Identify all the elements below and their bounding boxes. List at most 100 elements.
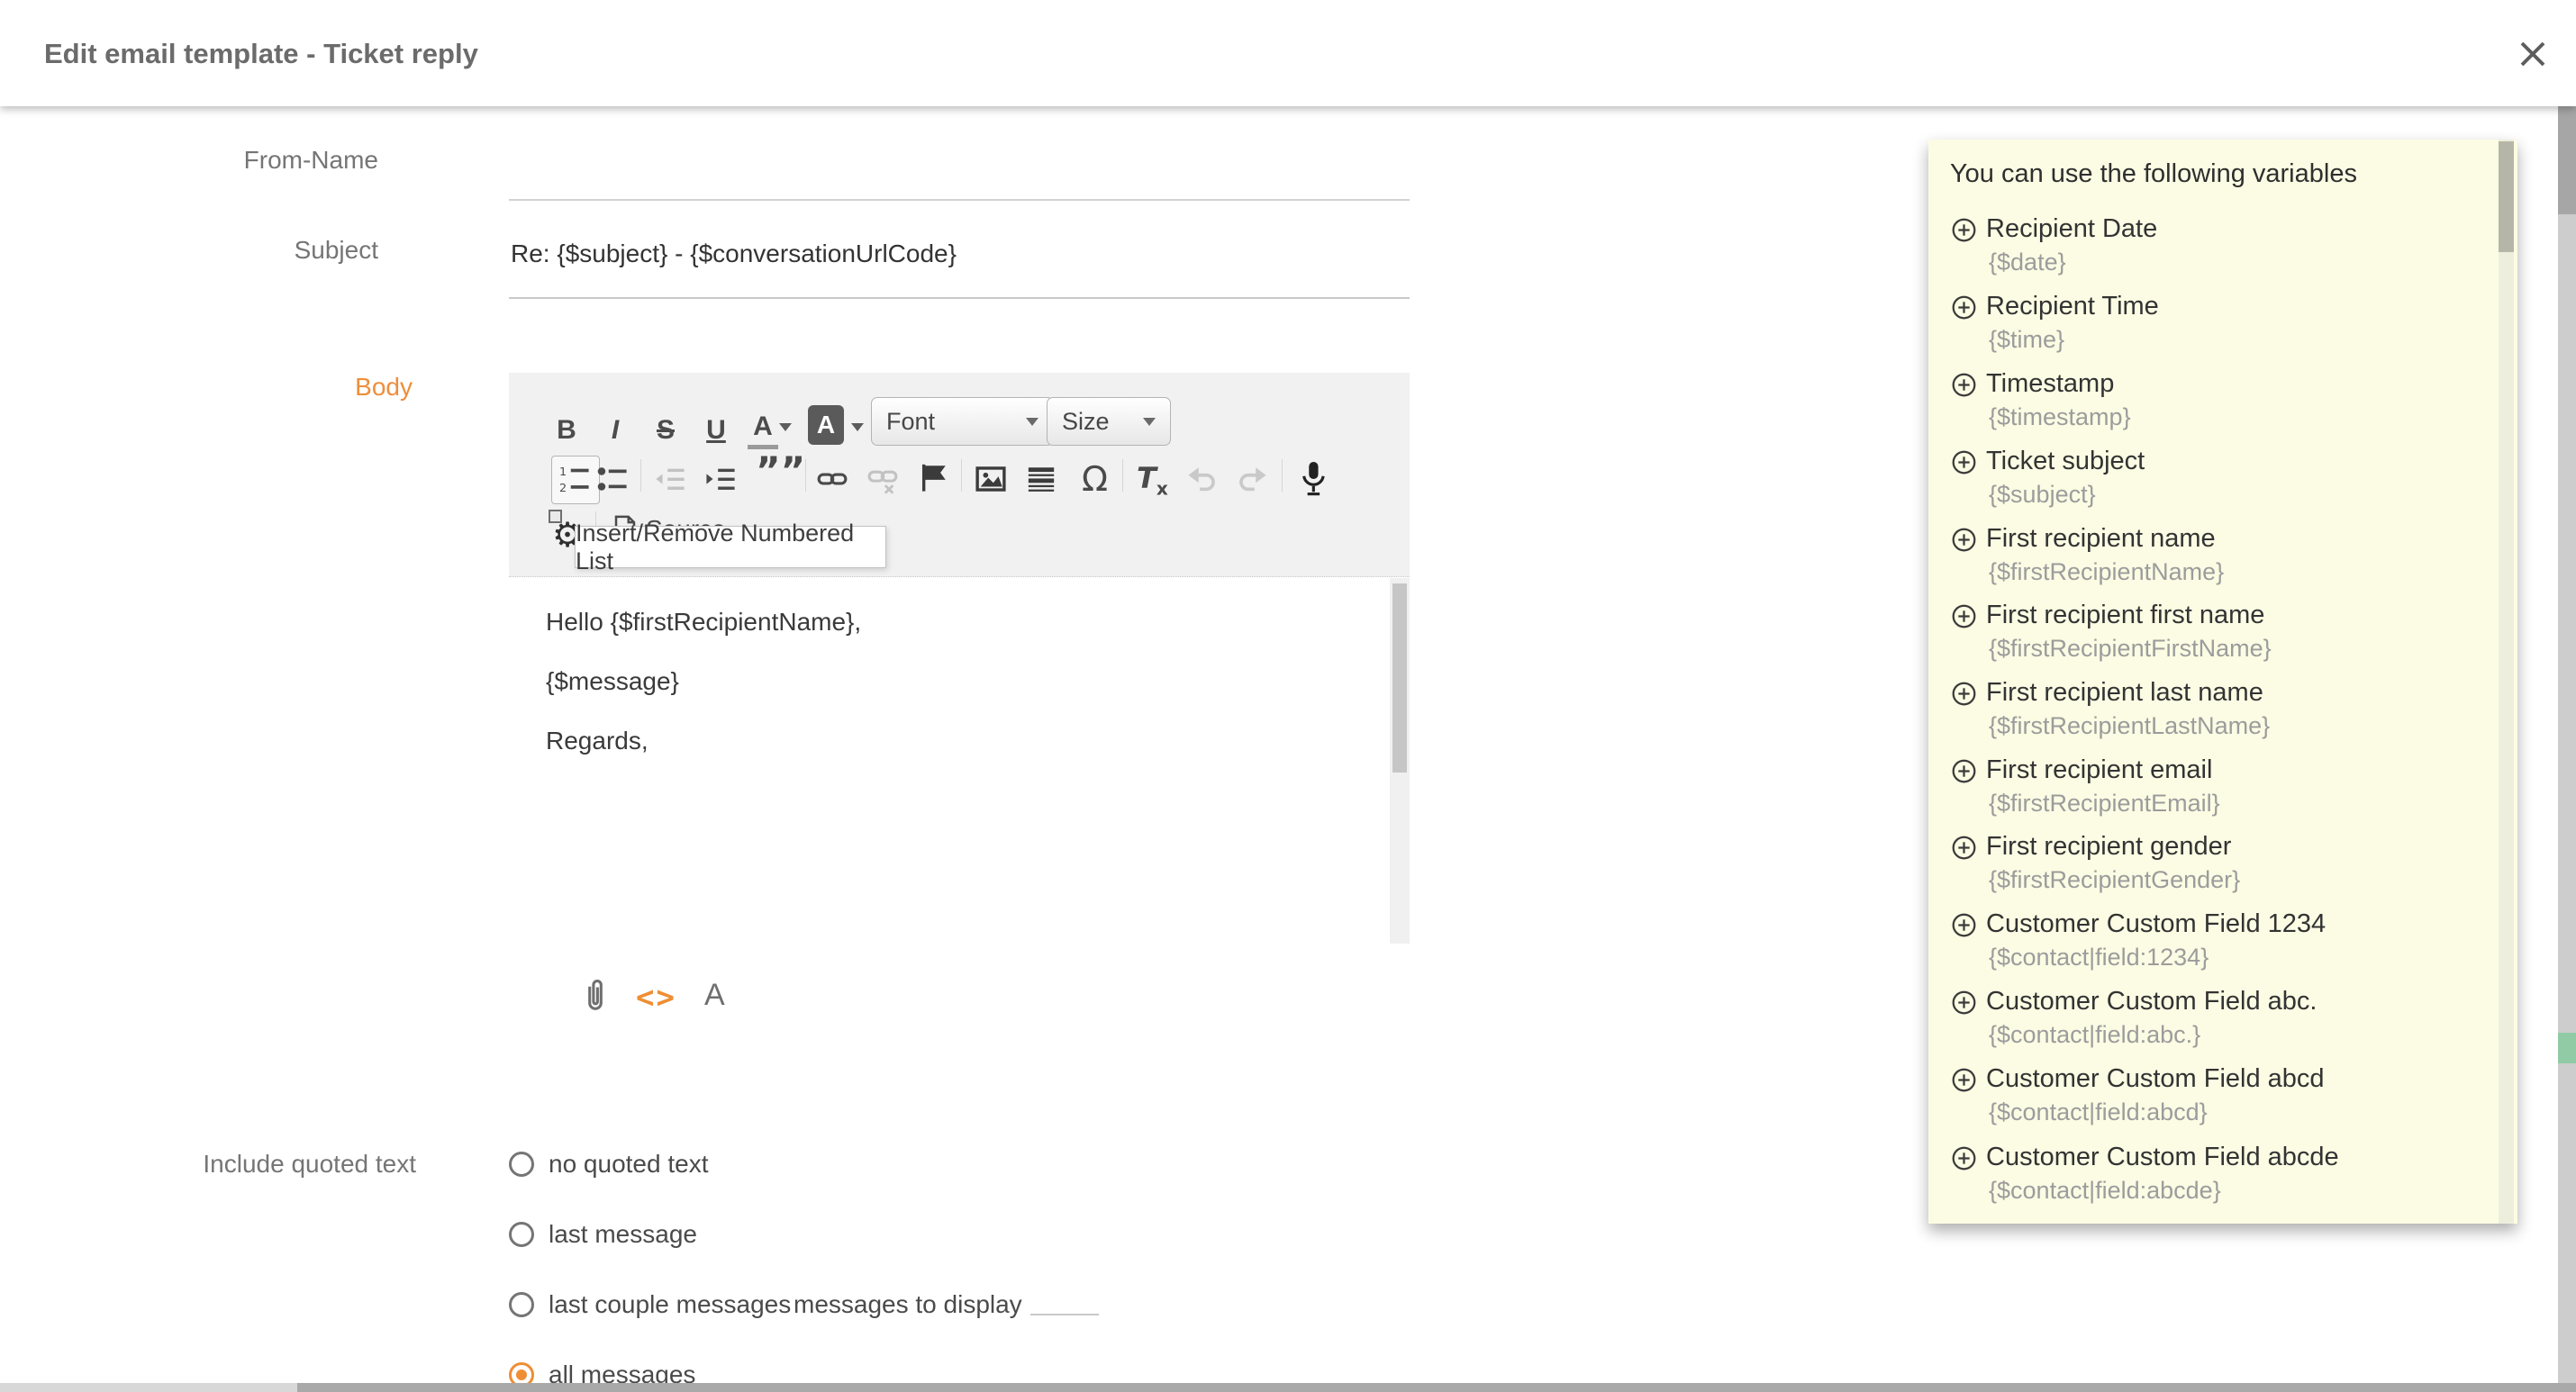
strikethrough-button[interactable]: S	[649, 407, 682, 454]
plus-circle-icon[interactable]	[1952, 218, 1976, 242]
radio-icon[interactable]	[509, 1292, 534, 1317]
undo-icon[interactable]	[1187, 464, 1218, 494]
plus-circle-icon[interactable]	[1952, 373, 1976, 397]
variable-code: {$date}	[1989, 249, 2066, 276]
editor-line: Regards,	[546, 727, 649, 755]
italic-button[interactable]: I	[599, 407, 631, 454]
editor-scrollbar-thumb[interactable]	[1392, 583, 1407, 773]
horizontal-scrollbar-thumb[interactable]	[297, 1383, 2576, 1392]
dialog-title: Edit email template - Ticket reply	[44, 38, 478, 69]
bold-button[interactable]: B	[550, 407, 583, 454]
editor-content-area[interactable]: Hello {$firstRecipientName}, {$message} …	[509, 577, 1410, 944]
window-scrollbar[interactable]	[2558, 106, 2576, 1392]
variable-item[interactable]: Customer Custom Field abcde {$contact|fie…	[1928, 1143, 2469, 1215]
variable-code: {$firstRecipientEmail}	[1989, 790, 2220, 817]
variable-label: Customer Custom Field abcd	[1986, 1064, 2325, 1093]
font-dropdown-label: Font	[886, 407, 936, 435]
variable-code: {$firstRecipientLastName}	[1989, 712, 2271, 739]
html-code-icon[interactable]: <>	[636, 980, 676, 1016]
variable-code: {$subject}	[1989, 481, 2096, 508]
remove-link-icon[interactable]	[867, 464, 898, 494]
numbered-list-icon[interactable]: 1 2	[559, 464, 590, 494]
subject-input[interactable]	[509, 297, 1410, 299]
font-a-icon[interactable]: A	[704, 978, 725, 1013]
plus-circle-icon[interactable]	[1952, 759, 1976, 783]
dictate-mic-icon[interactable]	[1296, 460, 1330, 498]
variable-code: {$contact|field:abc.}	[1989, 1021, 2201, 1048]
variable-item[interactable]: First recipient first name {$firstRecipie…	[1928, 601, 2469, 673]
variable-code: {$contact|field:abcde}	[1989, 1177, 2221, 1204]
close-icon[interactable]	[2517, 38, 2549, 70]
horizontal-lines-icon[interactable]	[1026, 464, 1057, 494]
insert-image-icon[interactable]	[975, 464, 1006, 494]
remove-format-icon[interactable]: Tx	[1137, 461, 1168, 499]
messages-to-display-input[interactable]	[1030, 1314, 1099, 1315]
increase-indent-icon[interactable]	[705, 464, 736, 494]
variable-item[interactable]: First recipient email {$firstRecipientEma…	[1928, 755, 2469, 827]
variable-item[interactable]: First recipient last name {$firstRecipien…	[1928, 678, 2469, 750]
svg-text:2: 2	[559, 482, 567, 494]
horizontal-scrollbar[interactable]	[0, 1383, 2576, 1392]
variable-item[interactable]: First recipient name {$firstRecipientName…	[1928, 524, 2469, 596]
insert-link-icon[interactable]	[817, 464, 848, 494]
anchor-flag-icon[interactable]	[919, 462, 949, 493]
plus-circle-icon[interactable]	[1952, 836, 1976, 860]
radio-icon[interactable]	[509, 1222, 534, 1247]
variable-label: First recipient email	[1986, 755, 2213, 784]
variable-item[interactable]: Ticket subject {$subject}	[1928, 447, 2469, 519]
plus-circle-icon[interactable]	[1952, 990, 1976, 1015]
from-name-input[interactable]	[509, 199, 1410, 201]
variable-label: First recipient first name	[1986, 601, 2265, 629]
variable-code: {$contact|field:1234}	[1989, 944, 2209, 971]
plus-circle-icon[interactable]	[1952, 1146, 1976, 1171]
variable-code: {$firstRecipientGender}	[1989, 866, 2241, 893]
variable-item[interactable]: Timestamp {$timestamp}	[1928, 369, 2469, 441]
bullet-list-icon[interactable]	[597, 464, 628, 494]
plus-circle-icon[interactable]	[1952, 604, 1976, 628]
text-color-caret-icon[interactable]	[779, 423, 792, 431]
svg-text:1: 1	[559, 466, 567, 479]
decrease-indent-icon[interactable]	[655, 464, 685, 494]
background-color-button[interactable]: A	[808, 405, 844, 445]
variable-item[interactable]: Customer Custom Field 1234 {$contact|fiel…	[1928, 909, 2469, 981]
editor-scrollbar[interactable]	[1390, 578, 1410, 944]
attachment-paperclip-icon[interactable]	[580, 978, 611, 1016]
text-color-button[interactable]: A	[747, 403, 779, 450]
plus-circle-icon[interactable]	[1952, 295, 1976, 320]
radio-option-last-couple-messages[interactable]: last couple messages messages to display	[509, 1285, 1139, 1324]
messages-to-display-label: messages to display	[794, 1290, 1022, 1318]
variable-item[interactable]: Recipient Date {$date}	[1928, 214, 2469, 286]
plus-circle-icon[interactable]	[1952, 913, 1976, 937]
variables-scrollbar[interactable]	[2499, 140, 2514, 1224]
body-label: Body	[355, 373, 413, 401]
plus-circle-icon[interactable]	[1952, 528, 1976, 552]
plus-circle-icon[interactable]	[1952, 682, 1976, 706]
radio-label: last message	[549, 1220, 697, 1248]
font-dropdown[interactable]: Font	[871, 397, 1054, 446]
underline-icon: U	[706, 415, 726, 445]
variables-scrollbar-thumb[interactable]	[2499, 141, 2514, 252]
radio-icon[interactable]	[509, 1152, 534, 1177]
special-character-icon[interactable]: Ω	[1082, 459, 1108, 499]
variables-title: You can use the following variables	[1950, 159, 2357, 188]
blockquote-icon[interactable]: ””	[756, 448, 805, 493]
plus-circle-icon[interactable]	[1952, 450, 1976, 475]
redo-icon[interactable]	[1237, 464, 1267, 494]
plus-circle-icon[interactable]	[1952, 1068, 1976, 1092]
background-color-caret-icon[interactable]	[851, 423, 864, 431]
radio-option-last-message[interactable]: last message	[509, 1215, 697, 1254]
variable-item[interactable]: Customer Custom Field abcd {$contact|fiel…	[1928, 1064, 2469, 1136]
include-quoted-text-label: Include quoted text	[203, 1150, 416, 1178]
variable-label: Ticket subject	[1986, 447, 2145, 475]
variable-item[interactable]: First recipient gender {$firstRecipientGe…	[1928, 832, 2469, 904]
variable-label: Recipient Date	[1986, 214, 2158, 243]
variable-label: Customer Custom Field 1234	[1986, 909, 2327, 938]
radio-option-no-quoted-text[interactable]: no quoted text	[509, 1144, 708, 1184]
variable-item[interactable]: Customer Custom Field abc. {$contact|fiel…	[1928, 987, 2469, 1059]
underline-button[interactable]: U	[700, 407, 732, 454]
variable-item[interactable]: Recipient Time {$time}	[1928, 292, 2469, 364]
toolbar-separator	[640, 459, 641, 492]
variable-label: Recipient Time	[1986, 292, 2159, 321]
size-dropdown[interactable]: Size	[1047, 397, 1171, 446]
window-scrollbar-thumb[interactable]	[2558, 106, 2576, 214]
